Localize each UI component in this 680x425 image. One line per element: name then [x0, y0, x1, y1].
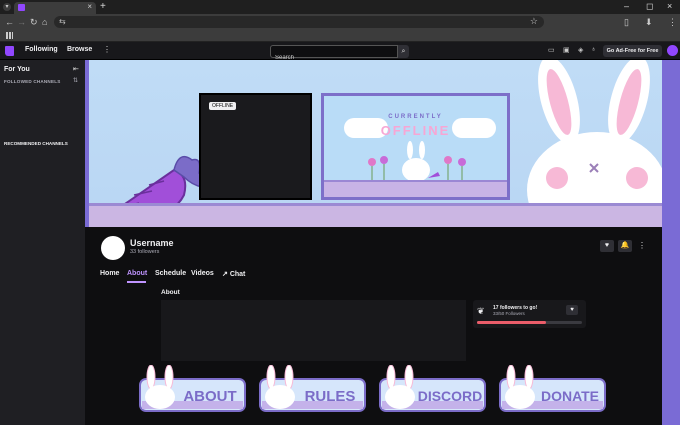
- banner-floor: [89, 203, 662, 227]
- offline-player[interactable]: OFFLINE: [199, 93, 312, 200]
- collapse-sidebar-icon[interactable]: ⇤: [73, 65, 79, 73]
- apps-grid-icon[interactable]: [6, 32, 13, 39]
- goal-heart-icon: ❦: [477, 306, 485, 316]
- left-sidebar: For You ⇤ FOLLOWED CHANNELS ⇅ RECOMMENDE…: [0, 60, 85, 425]
- nav-browse-link[interactable]: Browse: [67, 46, 92, 53]
- twitch-logo-icon[interactable]: [5, 46, 14, 56]
- site-settings-icon[interactable]: ⇆: [59, 17, 66, 26]
- rules-button-label: RULES: [305, 388, 356, 405]
- recommended-channels-header: RECOMMENDED CHANNELS: [4, 141, 68, 146]
- donate-button-label: DONATE: [541, 388, 599, 404]
- twitch-favicon-icon: [18, 4, 25, 11]
- inbox-icon[interactable]: ▣: [563, 46, 570, 54]
- follow-heart-button[interactable]: ♥: [600, 240, 614, 252]
- go-ad-free-button[interactable]: Go Ad-Free for Free: [603, 45, 662, 57]
- tab-about[interactable]: About: [127, 270, 147, 277]
- big-bunny-icon: [527, 60, 662, 203]
- tab-schedule[interactable]: Schedule: [155, 270, 186, 277]
- about-heading: About: [161, 289, 180, 296]
- sort-icon[interactable]: ⇅: [73, 77, 78, 84]
- bookmark-star-icon[interactable]: ☆: [530, 16, 538, 27]
- browser-tab[interactable]: ×: [14, 2, 96, 14]
- minimize-icon[interactable]: –: [624, 1, 629, 11]
- maximize-icon[interactable]: ◻: [646, 1, 653, 12]
- close-window-icon[interactable]: ×: [667, 1, 672, 11]
- tab-chat-label: Chat: [229, 271, 246, 278]
- rules-panel-button[interactable]: RULES: [258, 365, 367, 413]
- more-options-icon[interactable]: ⋮: [103, 45, 111, 54]
- offline-badge: OFFLINE: [209, 102, 237, 110]
- discord-button-label: DISCORD: [418, 388, 483, 404]
- discord-panel-button[interactable]: DISCORD: [378, 365, 487, 413]
- channel-name[interactable]: Username: [130, 238, 174, 248]
- tab-search-icon[interactable]: ▾: [3, 3, 11, 11]
- notifications-icon[interactable]: ♁: [591, 46, 596, 53]
- bits-icon[interactable]: ◈: [578, 46, 583, 54]
- about-panel-button[interactable]: ABOUT: [138, 365, 247, 413]
- close-tab-icon[interactable]: ×: [87, 2, 92, 11]
- art-floor: [324, 180, 507, 197]
- search-icon[interactable]: ⌕: [398, 45, 409, 58]
- home-icon[interactable]: ⌂: [42, 17, 47, 27]
- active-tab-indicator: [127, 281, 146, 283]
- search-box: [270, 45, 398, 64]
- followed-channels-header: FOLLOWED CHANNELS: [4, 79, 61, 84]
- goal-progress-bar: [477, 321, 582, 324]
- user-avatar[interactable]: [667, 45, 678, 56]
- channel-avatar[interactable]: [101, 236, 125, 260]
- channel-banner: OFFLINE CURRENTLY OFFLINE: [85, 60, 662, 227]
- site-top-nav: Following Browse ⋮ ⌕ ▭ ▣ ◈ ♁ Go Ad-Free …: [0, 42, 680, 64]
- notification-bell-button[interactable]: 🔔: [618, 240, 632, 252]
- sidebar-title: For You: [4, 66, 30, 73]
- side-panel-icon[interactable]: ▯: [624, 17, 629, 28]
- offline-screen-art: CURRENTLY OFFLINE: [321, 93, 510, 200]
- offline-art-text: OFFLINE: [380, 123, 451, 138]
- browser-tab-strip: ▾ × + – ◻ ×: [0, 0, 680, 14]
- crown-icon[interactable]: ▭: [548, 46, 555, 54]
- back-icon[interactable]: ←: [5, 17, 14, 27]
- follower-goal-card: ❦ 17 followers to go! 33/50 Followers ♥: [473, 300, 586, 328]
- tab-home[interactable]: Home: [100, 270, 119, 277]
- goal-subtitle: 33/50 Followers: [493, 311, 525, 316]
- browser-menu-icon[interactable]: ⋮: [668, 17, 677, 28]
- tab-chat[interactable]: ↗ Chat: [222, 270, 245, 278]
- flowers-bunny-icon: [368, 141, 466, 182]
- about-panel: [161, 300, 466, 361]
- goal-follow-button[interactable]: ♥: [566, 305, 578, 315]
- address-bar[interactable]: ⇆ ☆: [54, 16, 544, 28]
- donate-panel-button[interactable]: DONATE: [498, 365, 607, 413]
- reload-icon[interactable]: ↻: [30, 17, 38, 28]
- right-decor-strip: [662, 60, 680, 425]
- currently-text: CURRENTLY: [388, 114, 443, 120]
- channel-more-icon[interactable]: ⋮: [638, 241, 646, 250]
- follower-count: 33 followers: [130, 249, 160, 255]
- goal-progress-fill: [477, 321, 547, 324]
- browser-toolbar: ← → ↻ ⌂ ⇆ ☆ ▯ ⬇ ⋮: [0, 14, 680, 30]
- nav-following-link[interactable]: Following: [25, 46, 58, 53]
- about-button-label: ABOUT: [183, 388, 236, 405]
- bookmarks-bar: [0, 30, 680, 42]
- channel-main: Username 33 followers ♥ 🔔 ⋮ Home About S…: [85, 227, 662, 425]
- tab-videos[interactable]: Videos: [191, 270, 214, 277]
- new-tab-icon[interactable]: +: [100, 1, 106, 12]
- downloads-icon[interactable]: ⬇: [645, 17, 653, 28]
- forward-icon[interactable]: →: [17, 17, 26, 27]
- popout-arrow-icon: ↗: [222, 271, 230, 278]
